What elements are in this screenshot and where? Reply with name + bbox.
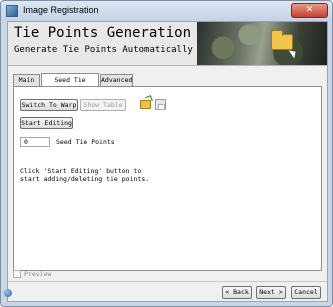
header-banner: Tie Points Generation Generate Tie Point… <box>8 22 327 66</box>
seed-tie-points-panel: Switch To Warp Show Table Start Editing … <box>13 86 322 271</box>
cancel-button[interactable]: Cancel <box>291 286 321 299</box>
dialog-client-area: Tie Points Generation Generate Tie Point… <box>7 21 328 302</box>
dialog-window: Image Registration ✕ Tie Points Generati… <box>0 0 333 307</box>
banner-title: Tie Points Generation <box>14 25 192 41</box>
instruction-text: Click 'Start Editing' button to start ad… <box>20 167 150 183</box>
help-icon[interactable] <box>4 289 12 297</box>
seed-count-field: 0 <box>20 137 50 147</box>
app-icon <box>6 5 18 17</box>
cursor-icon <box>288 47 299 59</box>
preview-checkbox[interactable] <box>13 270 21 278</box>
window-title: Image Registration <box>23 5 99 15</box>
satellite-image <box>197 22 327 65</box>
back-button[interactable]: < Back <box>222 286 252 299</box>
close-button[interactable]: ✕ <box>291 3 328 18</box>
banner-subtitle: Generate Tie Points Automatically <box>14 45 193 55</box>
save-icon[interactable] <box>155 99 166 110</box>
open-file-icon[interactable] <box>140 100 151 109</box>
start-editing-button[interactable]: Start Editing <box>20 117 73 129</box>
preview-label: Preview <box>24 270 52 278</box>
folder-icon <box>271 30 293 50</box>
tab-main[interactable]: Main <box>13 74 40 86</box>
switch-to-warp-button[interactable]: Switch To Warp <box>20 99 78 111</box>
title-bar[interactable]: Image Registration ✕ <box>1 1 332 21</box>
footer-divider <box>8 281 327 282</box>
show-table-button[interactable]: Show Table <box>80 99 126 111</box>
tab-seed-tie-points[interactable]: Seed Tie Points <box>41 73 99 96</box>
seed-count-label: Seed Tie Points <box>56 138 115 146</box>
tab-advanced[interactable]: Advanced <box>100 74 133 86</box>
next-button[interactable]: Next > <box>256 286 286 299</box>
